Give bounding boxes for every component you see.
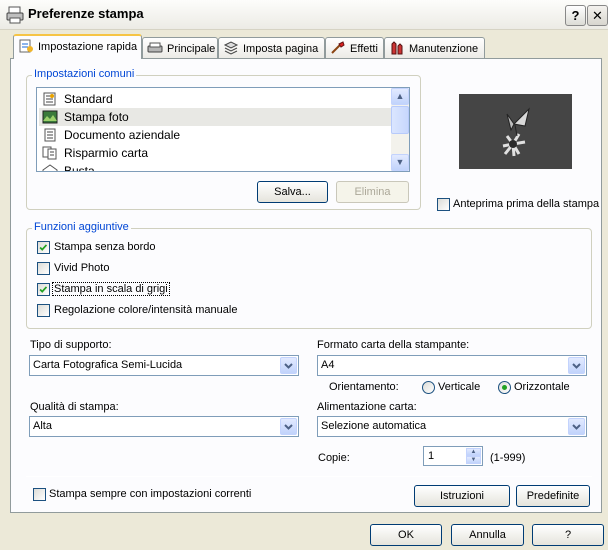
manual-color-label: Regolazione colore/intensità manuale [54, 304, 238, 316]
chevron-down-icon[interactable] [568, 418, 585, 435]
tab-label: Principale [167, 43, 216, 55]
grayscale-label: Stampa in scala di grigi [52, 282, 170, 296]
preview-image [459, 94, 572, 169]
defaults-button[interactable]: Predefinite [516, 485, 590, 507]
list-item-risparmio-carta[interactable]: Risparmio carta [39, 144, 391, 162]
chevron-down-icon[interactable] [280, 357, 297, 374]
orientation-label: Orientamento: [329, 381, 399, 393]
additional-functions-legend: Funzioni aggiuntive [32, 221, 131, 233]
tab-manutenzione[interactable]: Manutenzione [384, 37, 485, 58]
close-button[interactable]: ✕ [587, 5, 608, 26]
paper-source-select[interactable]: Selezione automatica [317, 416, 587, 437]
ok-button[interactable]: OK [370, 524, 442, 546]
borderless-checkbox[interactable] [37, 241, 50, 254]
page-setup-icon [223, 41, 239, 55]
copies-label: Copie: [318, 452, 350, 464]
tab-imposta-pagina[interactable]: Imposta pagina [218, 37, 325, 58]
paper-source-label: Alimentazione carta: [317, 401, 417, 413]
tab-principale[interactable]: Principale [142, 37, 218, 58]
delete-button: Elimina [336, 181, 409, 203]
checkmark-icon [39, 286, 48, 293]
list-item-stampa-foto[interactable]: Stampa foto [39, 108, 391, 126]
tab-label: Effetti [350, 43, 378, 55]
maintenance-icon [391, 41, 403, 55]
scroll-down-icon[interactable]: ▼ [391, 154, 409, 171]
quick-setup-icon [19, 39, 33, 53]
divider [26, 476, 592, 477]
preview-checkbox-label: Anteprima prima della stampa [453, 198, 600, 210]
stepper-up-icon[interactable]: ▲ [466, 448, 481, 456]
tab-impostazione-rapida[interactable]: Impostazione rapida [13, 34, 142, 59]
vivid-photo-checkbox[interactable] [37, 262, 50, 275]
grayscale-checkbox[interactable] [37, 283, 50, 296]
list-item-busta[interactable]: Busta [39, 162, 391, 171]
common-settings-legend: Impostazioni comuni [32, 68, 137, 80]
copies-stepper[interactable]: 1 ▲ ▼ [423, 446, 483, 466]
copies-range: (1-999) [490, 452, 526, 464]
help-title-button[interactable]: ? [565, 5, 586, 26]
save-button[interactable]: Salva... [257, 181, 328, 203]
paper-size-label: Formato carta della stampante: [317, 339, 470, 351]
common-settings-list[interactable]: Standard Stampa foto Documento aziendale… [36, 87, 410, 172]
stepper-down-icon[interactable]: ▼ [466, 456, 481, 464]
quality-select[interactable]: Alta [29, 416, 299, 437]
effects-icon [331, 41, 345, 54]
standard-icon [43, 92, 56, 106]
window-title: Preferenze stampa [28, 6, 144, 21]
paper-saving-icon [42, 146, 57, 160]
instructions-button[interactable]: Istruzioni [414, 485, 510, 507]
scroll-thumb[interactable] [391, 106, 409, 134]
list-scrollbar[interactable]: ▲ ▼ [391, 88, 409, 171]
borderless-label: Stampa senza bordo [54, 241, 156, 253]
envelope-icon [42, 164, 58, 171]
scroll-up-icon[interactable]: ▲ [391, 88, 409, 105]
always-print-label: Stampa sempre con impostazioni correnti [49, 488, 252, 500]
cancel-button[interactable]: Annulla [451, 524, 524, 546]
always-print-checkbox[interactable] [33, 488, 46, 501]
media-type-label: Tipo di supporto: [30, 339, 112, 351]
vivid-photo-label: Vivid Photo [54, 262, 110, 274]
portrait-radio[interactable] [422, 381, 435, 394]
checkmark-icon [39, 244, 48, 251]
tab-label: Imposta pagina [243, 43, 319, 55]
help-button[interactable]: ? [532, 524, 604, 546]
tab-effetti[interactable]: Effetti [325, 37, 384, 58]
manual-color-checkbox[interactable] [37, 304, 50, 317]
paper-size-select[interactable]: A4 [317, 355, 587, 376]
business-document-icon [44, 128, 56, 142]
tab-label: Impostazione rapida [38, 41, 138, 53]
main-icon [147, 42, 163, 53]
chevron-down-icon[interactable] [280, 418, 297, 435]
radio-selected-dot [502, 385, 507, 390]
preview-checkbox[interactable] [437, 198, 450, 211]
list-item-standard[interactable]: Standard [39, 90, 391, 108]
tab-label: Manutenzione [409, 43, 479, 55]
printer-icon [6, 6, 24, 24]
landscape-radio[interactable] [498, 381, 511, 394]
photo-icon [42, 110, 58, 124]
title-bar: Preferenze stampa ? ✕ [0, 0, 608, 30]
list-item-documento-aziendale[interactable]: Documento aziendale [39, 126, 391, 144]
landscape-label: Orizzontale [514, 381, 570, 393]
portrait-label: Verticale [438, 381, 481, 393]
media-type-select[interactable]: Carta Fotografica Semi-Lucida [29, 355, 299, 376]
chevron-down-icon[interactable] [568, 357, 585, 374]
quality-label: Qualità di stampa: [30, 401, 119, 413]
